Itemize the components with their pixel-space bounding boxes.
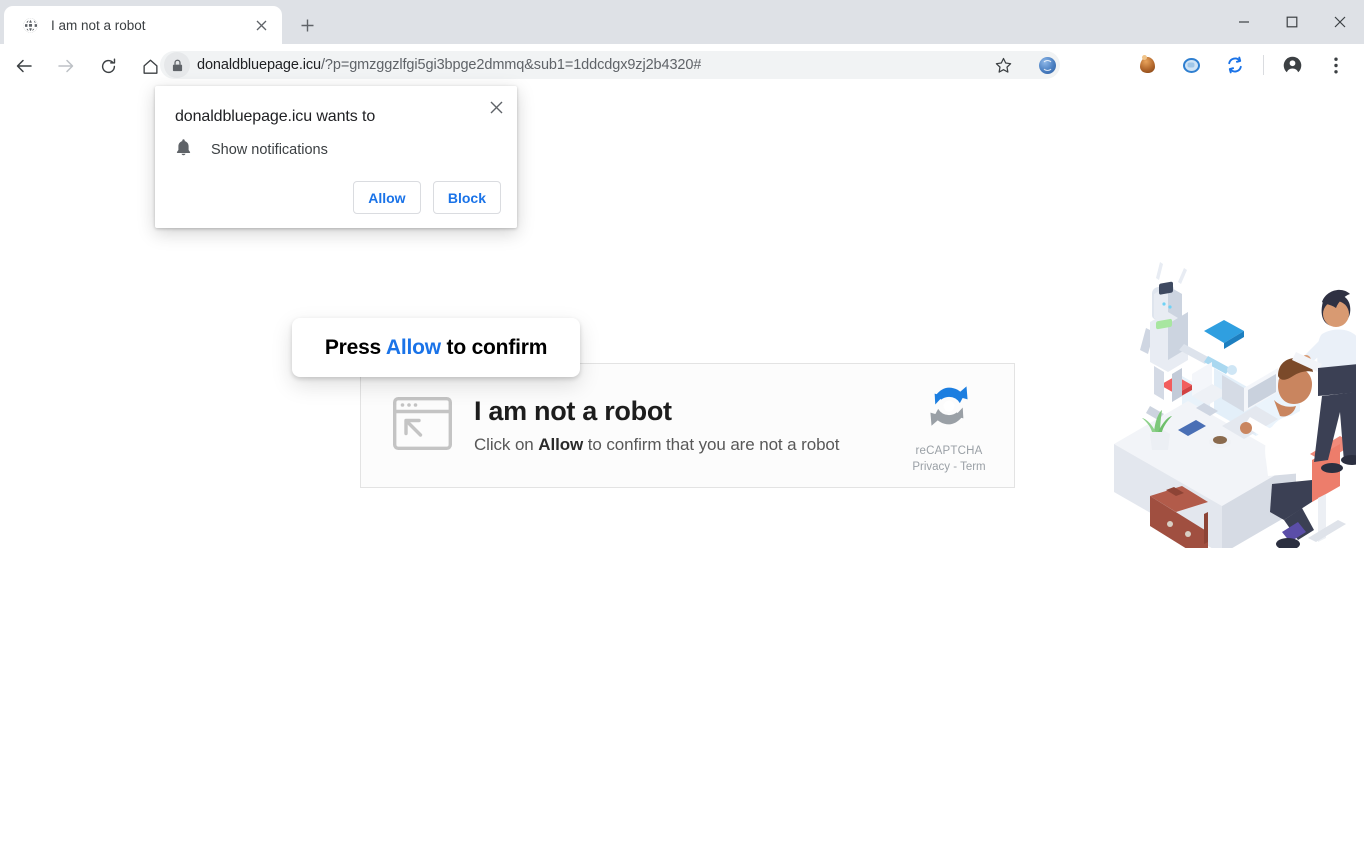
browser-tab[interactable]: I am not a robot: [4, 6, 282, 44]
star-icon[interactable]: [989, 51, 1017, 79]
close-tab-icon[interactable]: [250, 14, 272, 36]
back-icon[interactable]: [10, 52, 38, 80]
permission-popup-title: donaldbluepage.icu wants to: [175, 108, 375, 126]
block-button[interactable]: Block: [433, 181, 501, 214]
captcha-sub-suffix: to confirm that you are not a robot: [583, 435, 839, 454]
tooltip-suffix: to confirm: [441, 336, 547, 359]
office-robot-isometric-illustration: [1096, 248, 1356, 548]
recaptcha-links[interactable]: Privacy - Term: [912, 461, 985, 473]
recaptcha-logo-icon: [921, 378, 977, 439]
captcha-card[interactable]: I am not a robot Click on Allow to confi…: [360, 363, 1015, 488]
lock-icon[interactable]: [164, 52, 190, 78]
profile-avatar-icon[interactable]: [1278, 51, 1306, 79]
address-bar[interactable]: donaldbluepage.icu/?p=gmzggzlfgi5gi3bpge…: [160, 51, 1060, 79]
captcha-sub-prefix: Click on: [474, 435, 538, 454]
close-window-button[interactable]: [1316, 0, 1364, 44]
close-icon[interactable]: [483, 94, 509, 120]
recaptcha-name: reCAPTCHA: [916, 445, 983, 457]
press-allow-tooltip: Press Allow to confirm: [292, 318, 580, 377]
maximize-window-button[interactable]: [1268, 0, 1316, 44]
captcha-title: I am not a robot: [474, 396, 894, 427]
recaptcha-badge[interactable]: reCAPTCHA Privacy - Term: [894, 378, 1004, 473]
oval-extension-icon[interactable]: [1177, 51, 1205, 79]
url-path: /?p=gmzggzlfgi5gi3bpge2dmmq&sub1=1ddcdgx…: [321, 57, 701, 73]
captcha-subtitle: Click on Allow to confirm that you are n…: [474, 435, 894, 455]
url-host: donaldbluepage.icu: [197, 57, 321, 73]
navigation-buttons: [0, 52, 164, 80]
tab-title: I am not a robot: [51, 18, 250, 33]
toolbar-right-actions: [981, 51, 1358, 79]
tooltip-highlight: Allow: [386, 336, 441, 359]
captcha-text-block: I am not a robot Click on Allow to confi…: [474, 396, 894, 454]
browser-window-icon: [393, 397, 452, 455]
new-tab-button[interactable]: [292, 10, 322, 40]
captcha-sub-bold: Allow: [538, 435, 583, 454]
tab-strip: I am not a robot: [0, 6, 322, 44]
permission-row: Show notifications: [175, 138, 328, 162]
notification-permission-popup: donaldbluepage.icu wants to Show notific…: [155, 86, 517, 228]
globe-icon: [22, 17, 39, 34]
press-allow-tooltip-text: Press Allow to confirm: [325, 336, 547, 360]
window-controls: [1220, 0, 1364, 44]
permission-label: Show notifications: [211, 142, 328, 158]
globe-extension-icon[interactable]: [1033, 51, 1061, 79]
three-dot-menu-icon[interactable]: [1322, 51, 1350, 79]
url-text: donaldbluepage.icu/?p=gmzggzlfgi5gi3bpge…: [197, 57, 701, 73]
minimize-window-button[interactable]: [1220, 0, 1268, 44]
toolbar-divider: [1263, 55, 1264, 75]
tooltip-prefix: Press: [325, 336, 386, 359]
permission-actions: Allow Block: [353, 181, 501, 214]
forward-icon: [52, 52, 80, 80]
bell-icon: [175, 138, 192, 162]
allow-button[interactable]: Allow: [353, 181, 421, 214]
brown-extension-icon[interactable]: [1133, 51, 1161, 79]
extension-spacer: [1077, 51, 1117, 79]
reload-icon[interactable]: [94, 52, 122, 80]
sync-icon[interactable]: [1221, 51, 1249, 79]
browser-title-bar: I am not a robot: [0, 0, 1364, 44]
